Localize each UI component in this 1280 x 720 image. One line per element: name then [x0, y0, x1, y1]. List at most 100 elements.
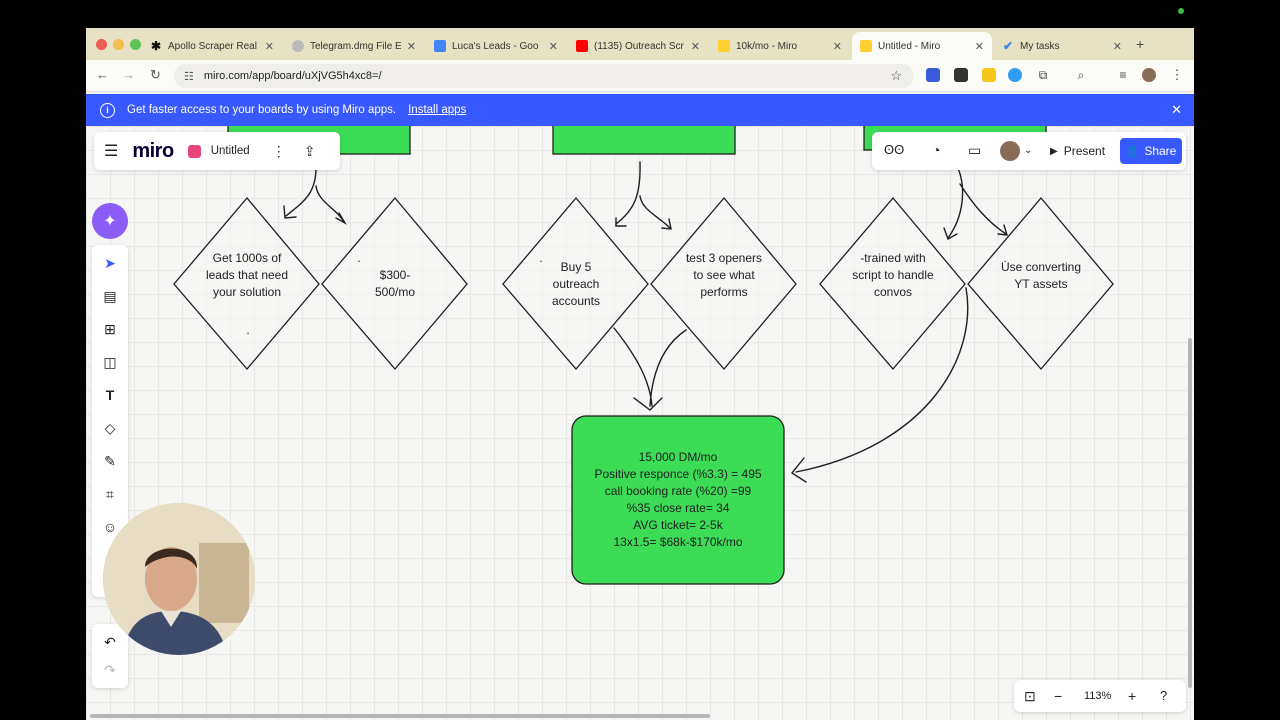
board-name[interactable]: Untitled [211, 145, 250, 157]
zoom-in-icon[interactable]: + [1128, 688, 1136, 704]
shapes-icon[interactable]: ◇ [92, 414, 128, 442]
close-tab-icon[interactable]: ✕ [691, 40, 700, 53]
banner-text: Get faster access to your boards by usin… [127, 104, 397, 116]
apollo-icon: ✱ [150, 39, 162, 53]
fit-screen-icon[interactable]: ⊡ [1024, 688, 1036, 705]
tab-luca-leads[interactable]: Luca's Leads - Goo ✕ [426, 32, 566, 60]
miro-icon [718, 40, 730, 52]
pen-icon[interactable]: ✎ [92, 447, 128, 475]
arrow-right-split [947, 167, 1007, 239]
board-icon [187, 144, 201, 158]
back-icon[interactable]: ← [96, 67, 109, 82]
extension-icon[interactable] [1008, 68, 1022, 82]
diamond-1-note: . [246, 323, 250, 337]
help-icon[interactable]: ? [1160, 688, 1167, 703]
frame-icon[interactable]: ⌗ [92, 480, 128, 508]
menu-icon[interactable]: ⋮ [1170, 67, 1184, 82]
close-tab-icon[interactable]: ✕ [975, 40, 984, 53]
summary-line: call booking rate (%20) =99 [604, 484, 752, 498]
close-tab-icon[interactable]: ✕ [833, 40, 842, 53]
summary-line: AVG ticket= 2-5k [633, 518, 723, 532]
extension-icon[interactable] [982, 68, 996, 82]
diamond-4-note: . [687, 251, 691, 265]
check-icon: ✔ [1002, 39, 1014, 53]
close-banner-icon[interactable]: ✕ [1171, 102, 1182, 118]
close-tab-icon[interactable]: ✕ [549, 40, 558, 53]
extension-icon[interactable] [954, 68, 968, 82]
video-call-icon[interactable]: ▭ [968, 142, 981, 159]
miro-logo[interactable]: miro [132, 140, 174, 163]
close-tab-icon[interactable]: ✕ [1113, 40, 1122, 53]
present-button[interactable]: ▶ Present [1042, 138, 1113, 164]
tab-untitled-miro[interactable]: Untitled - Miro ✕ [852, 32, 992, 60]
redo-icon[interactable]: ↷ [92, 656, 128, 684]
close-tab-icon[interactable]: ✕ [407, 40, 416, 53]
url-text: miro.com/app/board/uXjVG5h4xc8=/ [203, 70, 382, 82]
minimize-window-button[interactable] [113, 39, 124, 50]
puzzle-icon[interactable]: ⧉ [1036, 68, 1050, 82]
arrow-center-split [615, 161, 671, 229]
share-label: Share [1144, 144, 1177, 158]
board-options-icon[interactable]: ⋮ [272, 143, 286, 160]
summary-box-text: 15,000 DM/mo Positive responce (%3.3) = … [574, 449, 782, 551]
tab-apollo[interactable]: ✱ Apollo Scraper Real ✕ [142, 32, 282, 60]
zoom-level[interactable]: 113% [1084, 690, 1111, 702]
chevron-down-icon[interactable]: ⌄ [1024, 145, 1032, 156]
reload-icon[interactable]: ↻ [150, 67, 161, 83]
board-canvas[interactable]: Get 1000s of leads that need your soluti… [86, 126, 1194, 720]
maximize-window-button[interactable] [130, 39, 141, 50]
site-settings-icon[interactable]: ☷ [184, 70, 194, 83]
search-tab-icon[interactable]: ⌕ [1074, 68, 1088, 82]
media-icon[interactable]: ≡ [1116, 68, 1130, 82]
summary-line: %35 close rate= 34 [626, 501, 730, 515]
vertical-scrollbar[interactable] [1188, 338, 1192, 688]
address-bar-row: ← → ↻ ☷ miro.com/app/board/uXjVG5h4xc8=/… [86, 60, 1194, 92]
horizontal-scrollbar[interactable] [90, 714, 710, 718]
reactions-icon[interactable]: ʘʘ [884, 142, 904, 157]
templates-icon[interactable]: ▤ [92, 282, 128, 310]
comments-icon[interactable]: ◔ [932, 142, 940, 158]
close-window-button[interactable] [96, 39, 107, 50]
globe-icon [292, 40, 304, 52]
upload-icon[interactable]: ⇪ [304, 143, 316, 160]
tab-strip: ✱ Apollo Scraper Real ✕ Telegram.dmg Fil… [86, 28, 1194, 60]
tab-my-tasks[interactable]: ✔ My tasks ✕ [994, 32, 1130, 60]
diamond-6-text: Use converting YT assets [1000, 260, 1082, 291]
presenter-video [103, 503, 255, 655]
ai-sparkle-button[interactable]: ✦ [92, 203, 128, 239]
summary-line: 15,000 DM/mo [638, 450, 718, 464]
collaboration-toolbar: ʘʘ ◔ ▭ ⌄ ▶ Present 👤 Share [872, 132, 1186, 170]
select-tool-icon[interactable]: ➤ [92, 249, 128, 277]
close-tab-icon[interactable]: ✕ [265, 40, 274, 53]
new-tab-button[interactable]: + [1136, 36, 1144, 52]
diamond-3-text: Buy 5 outreach accounts [551, 260, 601, 308]
extension-icon[interactable] [926, 68, 940, 82]
diamond-2-text: $300- 500/mo [374, 268, 416, 299]
text-tool-icon[interactable]: T [92, 381, 128, 409]
undo-icon[interactable]: ↶ [92, 628, 128, 656]
zoom-out-icon[interactable]: − [1054, 688, 1062, 704]
zoom-controls: ⊡ − 113% + ? [1014, 680, 1186, 712]
frame-layout-icon[interactable]: ⊞ [92, 315, 128, 343]
summary-line: 13x1.5= $68k-$170k/mo [613, 535, 743, 549]
board-shapes [173, 126, 1114, 585]
install-apps-link[interactable]: Install apps [408, 104, 466, 116]
play-icon: ▶ [1050, 145, 1058, 157]
bookmark-star-icon[interactable]: ☆ [890, 68, 902, 84]
green-box-top-center [552, 126, 736, 155]
user-plus-icon: 👤 [1125, 145, 1140, 158]
present-label: Present [1063, 144, 1106, 158]
forward-icon[interactable]: → [122, 67, 135, 82]
tab-telegram[interactable]: Telegram.dmg File E ✕ [284, 32, 424, 60]
sticky-note-icon[interactable]: ◫ [92, 348, 128, 376]
diamond-3-note: . [539, 251, 543, 265]
arrow-to-box [613, 327, 687, 407]
avatar[interactable] [1000, 141, 1020, 161]
tab-youtube[interactable]: (1135) Outreach Scr ✕ [568, 32, 708, 60]
arrowhead [633, 397, 663, 411]
share-button[interactable]: 👤 Share [1120, 138, 1182, 164]
tab-10k-miro[interactable]: 10k/mo - Miro ✕ [710, 32, 850, 60]
url-bar[interactable]: ☷ miro.com/app/board/uXjVG5h4xc8=/ ☆ [174, 64, 914, 88]
hamburger-menu-icon[interactable]: ☰ [104, 141, 118, 161]
profile-avatar[interactable] [1142, 68, 1156, 82]
